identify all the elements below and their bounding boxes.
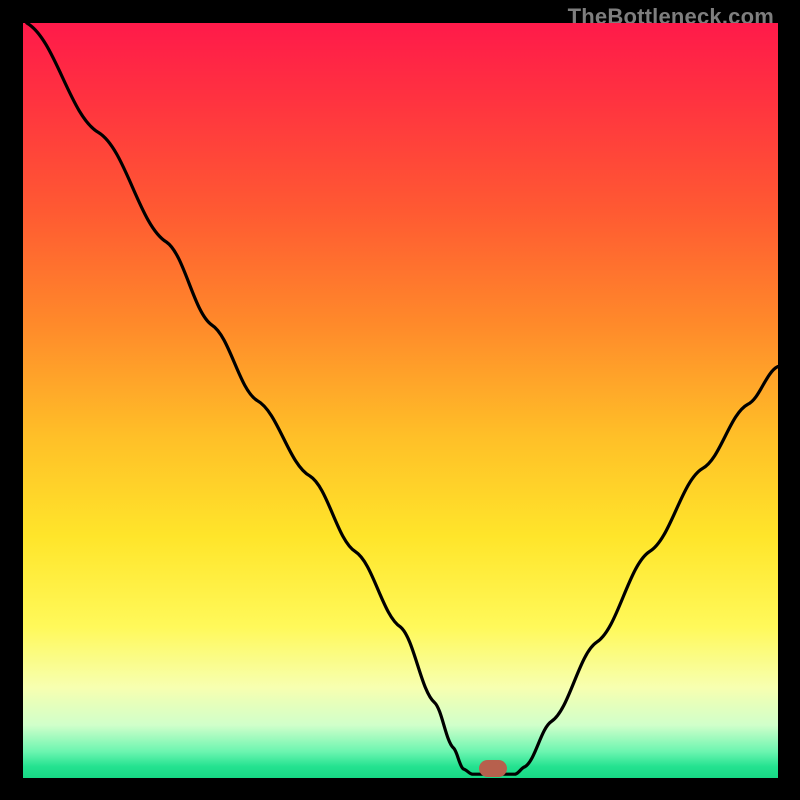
optimal-point-marker: [479, 760, 507, 777]
chart-plot-area: [23, 23, 778, 778]
gradient-background: [23, 23, 778, 778]
chart-svg: [23, 23, 778, 778]
